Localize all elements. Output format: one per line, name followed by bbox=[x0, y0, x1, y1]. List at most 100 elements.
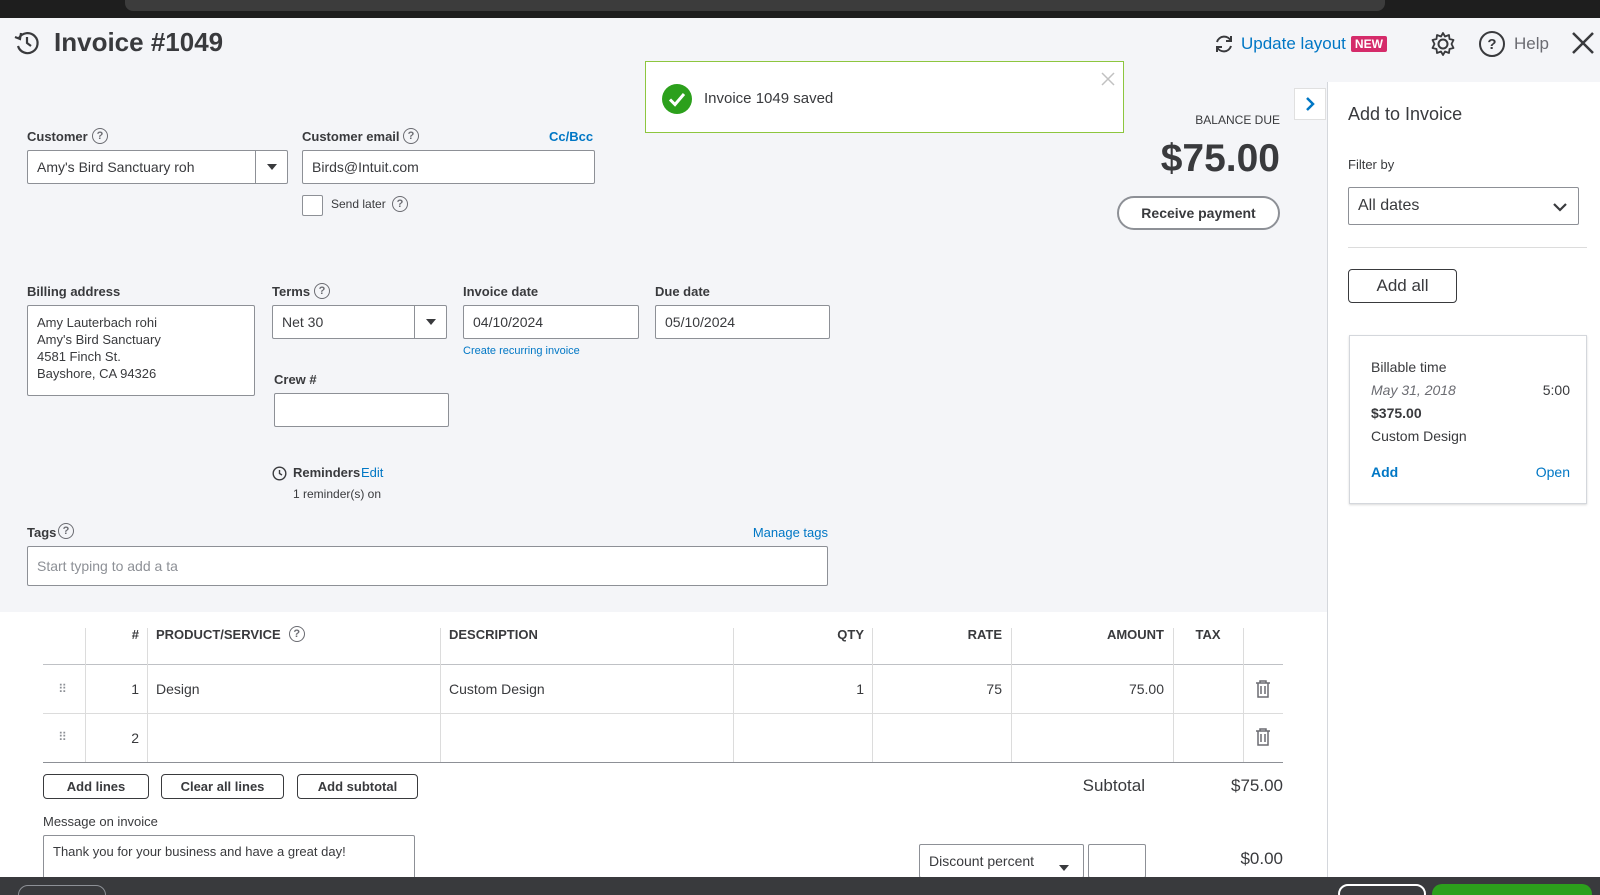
terms-label: Terms bbox=[272, 284, 311, 299]
reminders-edit-link[interactable]: Edit bbox=[361, 465, 383, 480]
card-add-link[interactable]: Add bbox=[1371, 464, 1398, 480]
row-qty[interactable] bbox=[733, 714, 864, 762]
add-lines-button[interactable]: Add lines bbox=[43, 774, 149, 799]
page-title: Invoice #1049 bbox=[54, 27, 224, 57]
help-circle-icon: ? bbox=[1479, 31, 1505, 57]
col-divider bbox=[1243, 628, 1244, 762]
side-panel-title: Add to Invoice bbox=[1348, 104, 1463, 124]
col-header-num: # bbox=[131, 626, 139, 642]
help-label: Help bbox=[1514, 34, 1549, 53]
row-product[interactable]: Design bbox=[156, 665, 436, 713]
due-date-field[interactable]: 05/10/2024 bbox=[655, 305, 830, 339]
customer-dropdown-icon[interactable] bbox=[255, 151, 287, 183]
reminders-label: Reminders bbox=[293, 465, 361, 480]
due-date-value: 05/10/2024 bbox=[665, 314, 736, 330]
new-badge: NEW bbox=[1350, 36, 1387, 52]
terms-help-icon[interactable]: ? bbox=[314, 283, 330, 299]
filter-select[interactable]: All dates bbox=[1348, 187, 1579, 225]
billing-line: Bayshore, CA 94326 bbox=[37, 366, 157, 381]
crew-label: Crew # bbox=[274, 372, 317, 387]
col-header-description: DESCRIPTION bbox=[449, 626, 538, 642]
add-subtotal-button[interactable]: Add subtotal bbox=[297, 774, 418, 799]
send-later-label: Send later bbox=[331, 197, 386, 211]
trash-icon[interactable] bbox=[1255, 728, 1271, 746]
row-amount[interactable] bbox=[1011, 714, 1164, 762]
customer-label: Customer bbox=[27, 129, 88, 144]
col-header-tax: TAX bbox=[1195, 626, 1221, 642]
browser-address-bar bbox=[125, 0, 1385, 11]
row-description[interactable]: Custom Design bbox=[449, 665, 729, 713]
drag-handle-icon[interactable]: ⠿ bbox=[55, 680, 69, 698]
customer-email-field[interactable]: Birds@Intuit.com bbox=[302, 150, 595, 184]
message-label: Message on invoice bbox=[43, 814, 158, 829]
side-panel-collapse-button[interactable] bbox=[1294, 88, 1326, 120]
refresh-icon bbox=[1213, 33, 1235, 55]
row-num: 2 bbox=[131, 730, 139, 746]
product-help-icon[interactable]: ? bbox=[288, 626, 305, 642]
col-header-amount: AMOUNT bbox=[1106, 626, 1164, 642]
card-date: May 31, 2018 bbox=[1371, 382, 1456, 398]
subtotal-label: Subtotal bbox=[1082, 776, 1145, 795]
success-check-icon bbox=[662, 84, 692, 114]
toast-close-icon[interactable] bbox=[1101, 72, 1115, 86]
chevron-right-icon bbox=[1306, 97, 1315, 111]
cc-bcc-link[interactable]: Cc/Bcc bbox=[549, 129, 593, 144]
save-toast: Invoice 1049 saved bbox=[645, 61, 1124, 133]
card-hours: 5:00 bbox=[1542, 382, 1570, 398]
col-header-product-label: PRODUCT/SERVICE bbox=[156, 626, 281, 642]
add-all-button[interactable]: Add all bbox=[1348, 269, 1457, 303]
row-rate[interactable] bbox=[872, 714, 1002, 762]
bottom-footer-bar bbox=[0, 877, 1600, 895]
discount-value: $0.00 bbox=[1240, 849, 1283, 868]
chevron-down-icon bbox=[1552, 200, 1568, 218]
send-later-checkbox[interactable] bbox=[302, 195, 323, 216]
invoice-date-field[interactable]: 04/10/2024 bbox=[463, 305, 639, 339]
clear-all-lines-button[interactable]: Clear all lines bbox=[161, 774, 284, 799]
tags-input[interactable]: Start typing to add a ta bbox=[27, 546, 828, 586]
customer-select[interactable]: Amy's Bird Sanctuary roh bbox=[27, 150, 288, 184]
toast-message: Invoice 1049 saved bbox=[704, 90, 834, 107]
row-rate[interactable]: 75 bbox=[872, 665, 1002, 713]
discount-amount-input[interactable] bbox=[1088, 844, 1146, 878]
history-icon[interactable] bbox=[13, 29, 41, 57]
discount-dropdown-icon bbox=[1059, 858, 1069, 874]
help-button[interactable]: ? Help bbox=[1479, 30, 1549, 58]
row-description[interactable] bbox=[449, 714, 729, 762]
send-later-help-icon[interactable]: ? bbox=[392, 196, 408, 212]
discount-type-value: Discount percent bbox=[929, 853, 1035, 869]
terms-select[interactable]: Net 30 bbox=[272, 305, 447, 339]
terms-dropdown-icon[interactable] bbox=[414, 306, 446, 338]
due-date-label: Due date bbox=[655, 284, 710, 299]
update-layout-button[interactable]: Update layout NEW bbox=[1213, 32, 1387, 56]
row-amount[interactable]: 75.00 bbox=[1011, 665, 1164, 713]
row-qty[interactable]: 1 bbox=[733, 665, 864, 713]
customer-help-icon[interactable]: ? bbox=[92, 128, 108, 144]
row-product[interactable] bbox=[156, 714, 436, 762]
update-layout-label: Update layout bbox=[1241, 34, 1346, 53]
crew-field[interactable] bbox=[274, 393, 449, 427]
settings-gear-icon[interactable] bbox=[1429, 30, 1457, 58]
billable-time-card: Billable time May 31, 2018 5:00 $375.00 … bbox=[1349, 335, 1587, 504]
col-header-product: PRODUCT/SERVICE ? bbox=[156, 618, 426, 650]
balance-due-label: BALANCE DUE bbox=[1195, 113, 1280, 127]
invoice-date-label: Invoice date bbox=[463, 284, 539, 299]
manage-tags-link[interactable]: Manage tags bbox=[700, 525, 828, 540]
create-recurring-link[interactable]: Create recurring invoice bbox=[463, 345, 580, 357]
footer-cancel-button[interactable] bbox=[18, 885, 106, 895]
reminders-status: 1 reminder(s) on bbox=[293, 487, 382, 501]
card-amount: $375.00 bbox=[1371, 405, 1422, 421]
tags-help-icon[interactable]: ? bbox=[58, 523, 74, 539]
balance-due-amount: $75.00 bbox=[1160, 137, 1280, 180]
col-divider bbox=[440, 628, 441, 762]
card-open-link[interactable]: Open bbox=[1520, 464, 1570, 480]
footer-save-button[interactable] bbox=[1338, 884, 1426, 895]
billing-line: Amy's Bird Sanctuary bbox=[37, 332, 161, 347]
billing-address-field[interactable]: Amy Lauterbach rohi Amy's Bird Sanctuary… bbox=[27, 305, 255, 396]
receive-payment-button[interactable]: Receive payment bbox=[1117, 196, 1280, 230]
drag-handle-icon[interactable]: ⠿ bbox=[55, 728, 69, 746]
trash-icon[interactable] bbox=[1255, 680, 1271, 698]
close-icon[interactable] bbox=[1570, 30, 1596, 56]
discount-type-select[interactable]: Discount percent bbox=[919, 844, 1084, 878]
footer-save-send-button[interactable] bbox=[1432, 884, 1592, 895]
email-help-icon[interactable]: ? bbox=[403, 128, 419, 144]
